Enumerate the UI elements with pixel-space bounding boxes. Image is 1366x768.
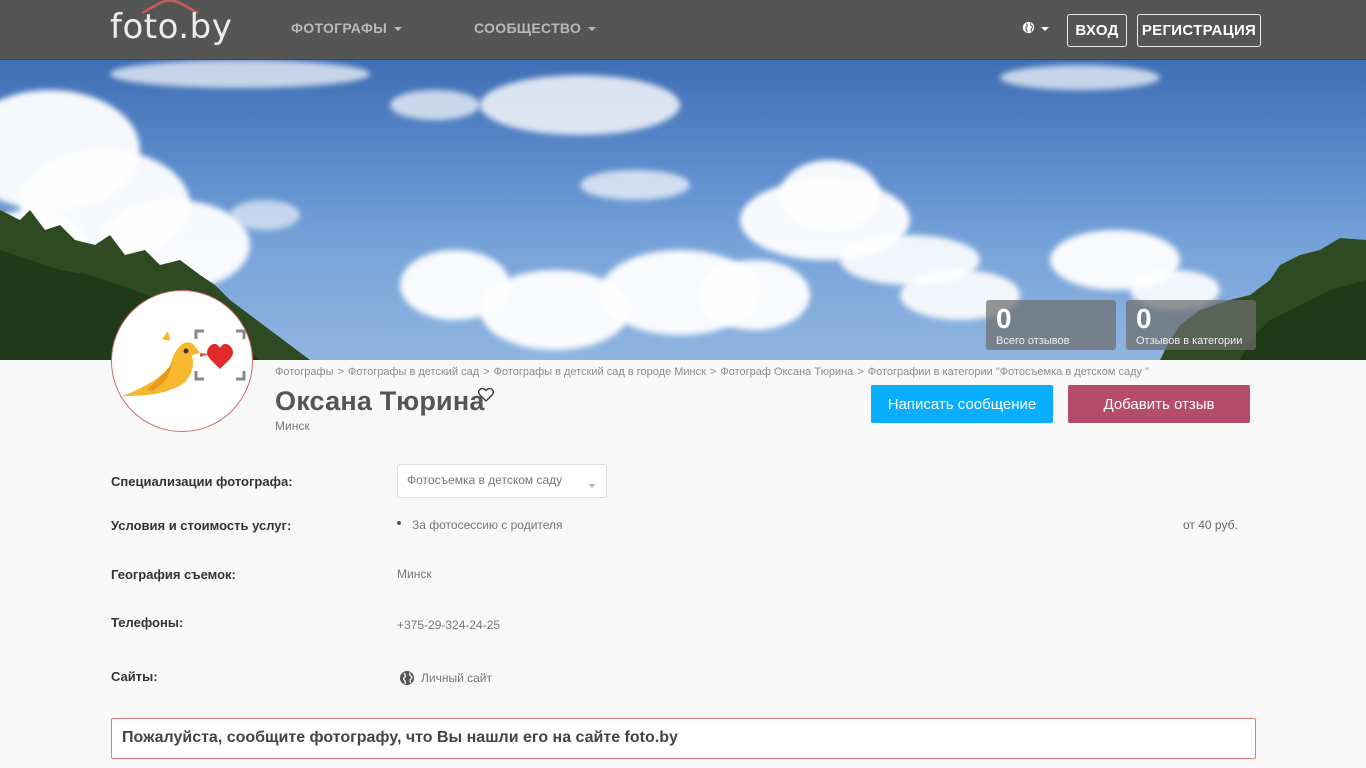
specialization-selected: Фотосъемка в детском саду	[407, 473, 563, 487]
breadcrumb-separator: >	[709, 366, 717, 378]
login-button[interactable]: ВХОД	[1067, 14, 1127, 47]
total-reviews-count: 0	[996, 303, 1012, 334]
heart-icon[interactable]	[478, 387, 494, 402]
personal-site-link[interactable]: Личный сайт	[399, 670, 492, 686]
write-message-button[interactable]: Написать сообщение	[871, 385, 1053, 423]
globe-icon	[400, 671, 414, 685]
conditions-label: Условия и стоимость услуг:	[111, 518, 292, 533]
specializations-label: Специализации фотографа:	[111, 474, 293, 489]
category-reviews-count: 0	[1136, 303, 1152, 334]
photographer-name: Оксана Тюрина	[275, 386, 485, 416]
sites-label: Сайты:	[111, 669, 158, 684]
avatar[interactable]	[111, 290, 253, 432]
globe-icon	[1022, 21, 1035, 34]
geography-label: География съемок:	[111, 567, 236, 582]
bird-heart-logo-icon	[122, 329, 246, 397]
notice-banner: Пожалуйста, сообщите фотографу, что Вы н…	[111, 718, 1256, 759]
top-navbar: foto.by ФОТОГРАФЫ СООБЩЕСТВО ВХОД РЕГИСТ…	[0, 0, 1366, 60]
phones-label: Телефоны:	[111, 615, 184, 630]
service-name: За фотосессию с родителя	[412, 518, 563, 532]
nav-photographers-label: ФОТОГРАФЫ	[291, 20, 388, 36]
nav-photographers[interactable]: ФОТОГРАФЫ	[291, 20, 403, 36]
specialization-select[interactable]: Фотосъемка в детском саду	[397, 464, 607, 498]
breadcrumb-current: Фотографии в категории "Фотосъемка в дет…	[867, 366, 1149, 378]
photographer-city: Минск	[275, 419, 310, 433]
bullet-icon	[397, 521, 401, 525]
breadcrumb-kindergarten-minsk[interactable]: Фотографы в детский сад в городе Минск	[494, 366, 706, 378]
chevron-down-icon	[1041, 26, 1049, 31]
breadcrumb-separator: >	[857, 366, 864, 378]
logo-text: foto.by	[110, 7, 233, 47]
total-reviews-label: Всего отзывов	[996, 335, 1070, 347]
breadcrumb: Фотографы > Фотографы в детский сад > Фо…	[275, 366, 1149, 378]
breadcrumb-photographer[interactable]: Фотограф Оксана Тюрина	[720, 366, 853, 378]
phone-value[interactable]: +375-29-324-24-25	[397, 618, 500, 632]
language-selector[interactable]	[1022, 21, 1049, 34]
nav-community[interactable]: СООБЩЕСТВО	[474, 20, 597, 36]
geography-value: Минск	[397, 567, 432, 581]
service-price: от 40 руб.	[1183, 518, 1238, 532]
category-reviews-stat: 0 Отзывов в категории	[1126, 300, 1256, 350]
personal-site-label: Личный сайт	[421, 671, 492, 685]
add-review-button[interactable]: Добавить отзыв	[1068, 385, 1250, 423]
chevron-down-icon	[394, 27, 403, 31]
breadcrumb-kindergarten[interactable]: Фотографы в детский сад	[348, 366, 479, 378]
chevron-down-icon	[588, 484, 596, 488]
chevron-down-icon	[588, 27, 597, 31]
breadcrumb-separator: >	[337, 366, 344, 378]
breadcrumb-photographers[interactable]: Фотографы	[275, 366, 333, 378]
total-reviews-stat: 0 Всего отзывов	[986, 300, 1116, 350]
nav-community-label: СООБЩЕСТВО	[474, 20, 582, 36]
breadcrumb-separator: >	[483, 366, 490, 378]
logo[interactable]: foto.by	[110, 0, 233, 50]
category-reviews-label: Отзывов в категории	[1136, 335, 1243, 347]
register-button[interactable]: РЕГИСТРАЦИЯ	[1137, 14, 1261, 47]
